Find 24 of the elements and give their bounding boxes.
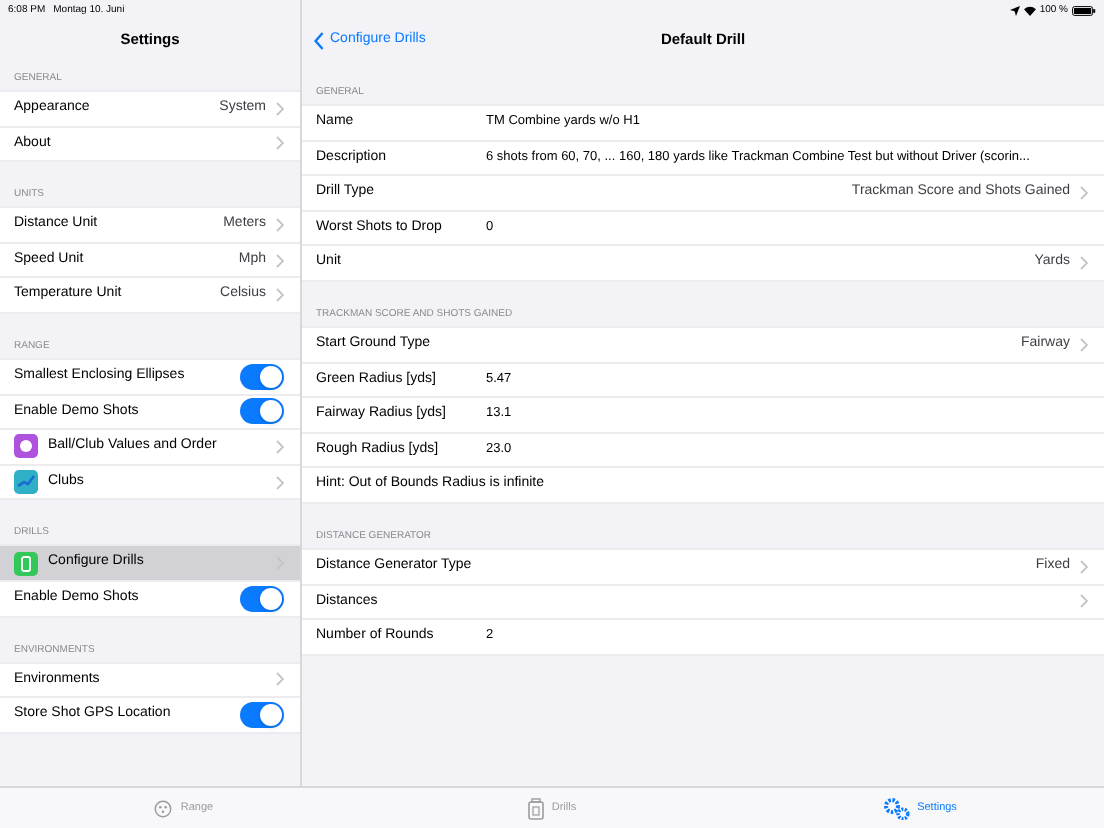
chevron-icon (276, 136, 284, 151)
chevron-icon (276, 439, 284, 454)
chevron-icon (1080, 337, 1088, 352)
location-icon (1009, 5, 1020, 15)
chevron-icon (1080, 559, 1088, 574)
ball-icon (154, 799, 173, 817)
toggle-switch[interactable] (240, 398, 284, 425)
chevron-icon (1080, 185, 1088, 200)
back-chevron-icon (314, 31, 324, 49)
chevron-icon (276, 253, 284, 268)
toggle-switch[interactable] (240, 363, 284, 390)
chevron-icon (276, 217, 284, 232)
chevron-icon (276, 288, 284, 303)
settings-icon (883, 797, 910, 819)
chevron-icon (276, 101, 284, 116)
chevron-icon (276, 475, 284, 490)
chevron-icon (1080, 594, 1088, 609)
wifi-icon (1023, 5, 1036, 15)
toggle-switch[interactable] (240, 701, 284, 728)
toggle-switch[interactable] (240, 585, 284, 612)
chevron-icon (276, 672, 284, 687)
chevron-icon (1080, 256, 1088, 271)
battery-icon (1072, 5, 1096, 15)
bag-icon (527, 797, 544, 819)
